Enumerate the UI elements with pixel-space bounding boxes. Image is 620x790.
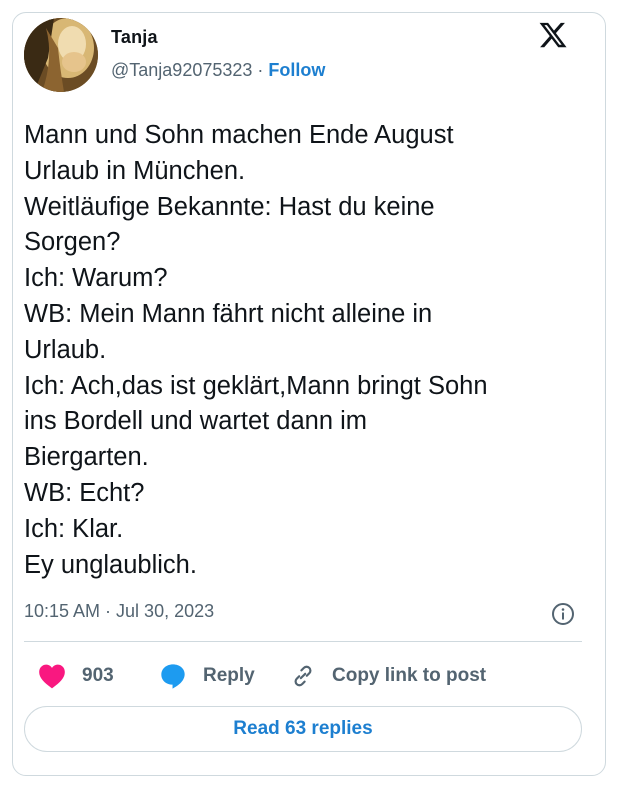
tweet-line: ins Bordell und wartet dann im [24,407,368,436]
reply-label: Reply [203,665,255,686]
like-count: 903 [82,665,114,686]
tweet-line: Ey unglaublich. [24,550,197,579]
copy-link-button[interactable]: Copy link to post [290,658,486,694]
tweet-text: Mann und Sohn machen Ende August Urlaub … [24,118,584,583]
separator: · [257,60,264,80]
tweet-line: Ich: Warum? [24,264,168,293]
tweet-line: Ich: Ach,das ist geklärt,Mann bringt Soh… [24,371,488,400]
tweet-line: Biergarten. [24,443,149,472]
author-handle[interactable]: @Tanja92075323 [111,60,252,80]
like-button[interactable]: 903 [38,658,114,694]
info-icon[interactable] [551,602,575,626]
read-replies-button[interactable]: Read 63 replies [24,706,582,752]
author-name[interactable]: Tanja [111,27,158,48]
divider [24,641,582,642]
x-logo-icon[interactable] [538,20,568,50]
link-icon [294,665,312,687]
avatar[interactable] [24,18,98,92]
tweet-timestamp[interactable]: 10:15 AM · Jul 30, 2023 [24,601,214,622]
heart-icon [39,664,65,689]
tweet-line: WB: Echt? [24,478,145,507]
follow-button[interactable]: Follow [268,60,325,80]
speech-bubble-icon [161,664,185,689]
author-handle-row: @Tanja92075323 · Follow [111,60,325,81]
reply-button[interactable]: Reply [159,658,255,694]
tweet-line: Weitläufige Bekannte: Hast du keine [24,192,435,221]
tweet-line: Mann und Sohn machen Ende August [24,121,454,149]
tweet-line: Sorgen? [24,228,121,257]
tweet-line: Urlaub in München. [24,156,246,185]
tweet-line: Ich: Klar. [24,514,124,543]
tweet-line: Urlaub. [24,335,107,364]
copy-link-label: Copy link to post [332,665,487,686]
tweet-line: WB: Mein Mann fährt nicht alleine in [24,299,433,328]
